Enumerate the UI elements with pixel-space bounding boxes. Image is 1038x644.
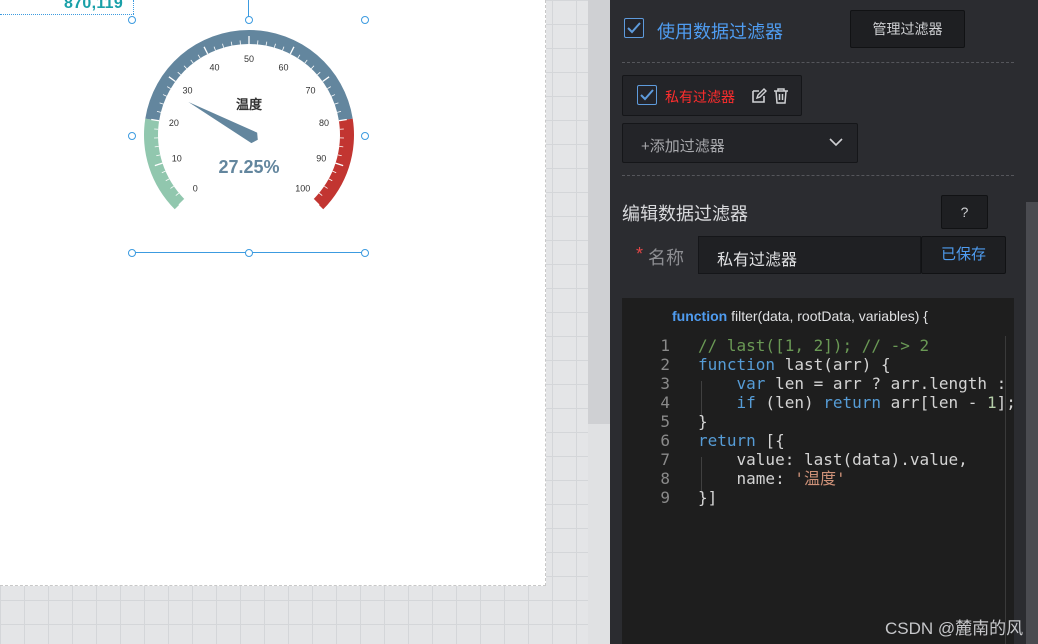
line-number: 4: [660, 393, 670, 412]
code-text[interactable]: function last(arr) {: [698, 355, 891, 374]
add-filter-select-value: +添加过滤器: [641, 138, 725, 155]
canvas-scrollbar-thumb[interactable]: [588, 0, 610, 424]
gauge-value-text: 27.25%: [218, 157, 279, 177]
name-label: 名称: [648, 248, 684, 268]
alignment-guide-horizontal: [0, 14, 134, 15]
name-input[interactable]: 私有过滤器: [698, 236, 921, 274]
line-number: 8: [660, 469, 670, 488]
gauge-tick-label: 10: [172, 153, 182, 163]
gauge-tick-label: 70: [305, 85, 315, 95]
chevron-down-icon: [829, 138, 843, 147]
check-icon: [640, 89, 654, 101]
code-text[interactable]: name: '温度': [698, 469, 846, 488]
gauge-title: 温度: [236, 97, 263, 112]
gauge-tick-label: 20: [169, 118, 179, 128]
line-number: 6: [660, 431, 670, 450]
gauge-tick-label: 60: [278, 62, 288, 72]
gauge-tick-label: 0: [193, 184, 198, 194]
code-editor[interactable]: function filter(data, rootData, variable…: [622, 298, 1014, 644]
line-number: 5: [660, 412, 670, 431]
trash-icon[interactable]: [773, 88, 789, 104]
line-number: 9: [660, 488, 670, 507]
alignment-guide-vertical: [133, 0, 134, 14]
panel-scrollbar[interactable]: [1026, 0, 1038, 644]
filter-item-label[interactable]: 私有过滤器: [665, 87, 735, 107]
code-text[interactable]: if (len) return arr[len - 1];: [698, 393, 1014, 412]
gauge-tick-label: 80: [319, 118, 329, 128]
filter-item[interactable]: 私有过滤器: [622, 75, 802, 116]
gauge-tick-label: 90: [316, 153, 326, 163]
gauge-tick-label: 40: [209, 62, 219, 72]
gauge-tick: [339, 146, 344, 148]
data-filter-panel: 使用数据过滤器 管理过滤器 私有过滤器 +添加过滤器 编辑数据过滤器 ? * 名…: [610, 0, 1038, 644]
gauge-band-low: [144, 118, 185, 210]
line-number: 7: [660, 450, 670, 469]
function-keyword: function: [672, 308, 728, 324]
panel-scrollbar-thumb[interactable]: [1026, 202, 1038, 644]
editor-scroll-track[interactable]: [1005, 336, 1006, 644]
line-number: 1: [660, 336, 670, 355]
coordinate-readout: 870,119: [64, 0, 124, 12]
help-button[interactable]: ?: [941, 195, 988, 229]
manage-filter-button[interactable]: 管理过滤器: [850, 10, 965, 48]
divider: [622, 175, 1014, 176]
code-text[interactable]: }: [698, 412, 708, 431]
add-filter-select[interactable]: +添加过滤器: [622, 123, 858, 163]
divider: [622, 62, 1014, 63]
gauge-tick: [154, 146, 159, 148]
use-filter-label[interactable]: 使用数据过滤器: [657, 18, 783, 44]
code-text[interactable]: return [{: [698, 431, 785, 450]
gauge-tick-label: 50: [244, 54, 254, 64]
line-number: 3: [660, 374, 670, 393]
code-text[interactable]: value: last(data).value,: [698, 450, 968, 469]
code-text[interactable]: // last([1, 2]); // -> 2: [698, 336, 929, 355]
gauge-tick-label: 30: [183, 85, 193, 95]
code-text[interactable]: var len = arr ? arr.length :: [698, 374, 1007, 393]
gauge-band-high: [313, 118, 354, 210]
canvas-page[interactable]: 870,119 0 10 20 30 40 50 60 70 80 90 100 温度 27.25%: [0, 0, 546, 586]
filter-item-checkbox[interactable]: [637, 85, 657, 105]
watermark: CSDN @麓南的风: [885, 619, 1024, 638]
gauge-tick-label: 100: [295, 184, 310, 194]
canvas-scrollbar[interactable]: [588, 0, 610, 644]
function-signature-text: filter(data, rootData, variables) {: [731, 308, 928, 324]
function-signature: function filter(data, rootData, variable…: [672, 308, 928, 324]
use-filter-checkbox[interactable]: [624, 18, 644, 38]
saved-button[interactable]: 已保存: [921, 236, 1006, 274]
edit-filter-title: 编辑数据过滤器: [622, 204, 748, 224]
required-mark: *: [636, 244, 644, 264]
gauge-chart[interactable]: 0 10 20 30 40 50 60 70 80 90 100 温度 27.25%: [132, 20, 366, 252]
line-number: 2: [660, 355, 670, 374]
check-icon: [627, 22, 641, 34]
code-text[interactable]: }]: [698, 488, 717, 507]
edit-icon[interactable]: [751, 88, 767, 104]
